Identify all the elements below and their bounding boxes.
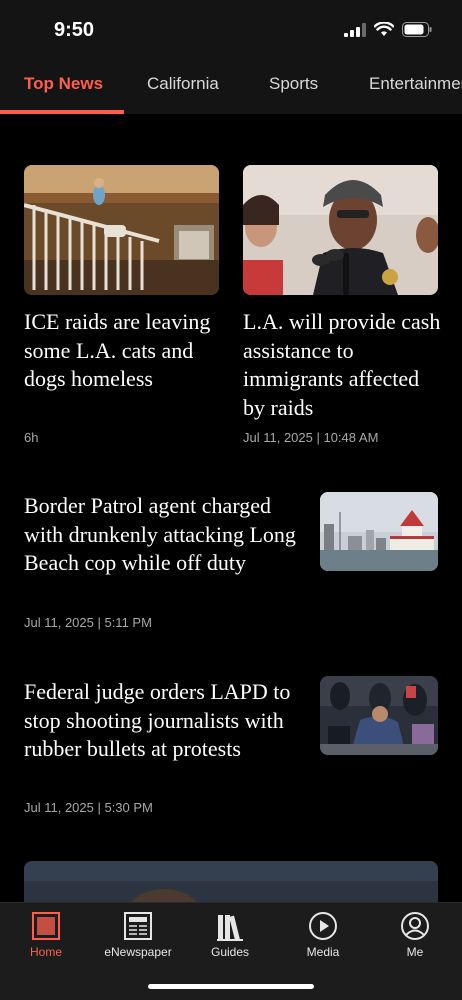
tab-sports[interactable]: Sports <box>269 74 318 94</box>
status-time: 9:50 <box>54 19 95 41</box>
tab-entertainment[interactable]: Entertainment <box>369 74 462 94</box>
home-icon <box>32 912 60 940</box>
nav-home-label: Home <box>29 945 62 959</box>
section-tabs: Top News California Sports Entertainment <box>0 60 462 114</box>
shelter-photo-icon <box>24 165 219 295</box>
guides-icon <box>217 915 243 941</box>
article-headline[interactable]: Federal judge orders LAPD to stop shooti… <box>24 678 304 764</box>
nav-media[interactable]: Media <box>277 903 369 973</box>
article-timestamp: Jul 11, 2025 | 10:48 AM <box>243 430 379 445</box>
article-card[interactable]: L.A. will provide cash assistance to imm… <box>231 114 462 454</box>
profile-icon <box>401 912 429 940</box>
nav-home[interactable]: Home <box>0 903 92 973</box>
article-headline[interactable]: ICE raids are leaving some L.A. cats and… <box>24 308 219 394</box>
featured-photo-icon <box>24 861 438 902</box>
play-icon <box>309 912 337 940</box>
nav-guides[interactable]: Guides <box>184 903 276 973</box>
article-card[interactable]: Border Patrol agent charged with drunken… <box>0 484 462 644</box>
signal-icon <box>344 22 366 37</box>
protest-photo-icon <box>320 676 438 755</box>
article-timestamp: Jul 11, 2025 | 5:11 PM <box>24 615 152 630</box>
nav-me-label: Me <box>406 945 424 959</box>
news-feed[interactable]: ICE raids are leaving some L.A. cats and… <box>0 114 462 902</box>
newspaper-icon <box>124 912 152 940</box>
nav-enewspaper-label: eNewspaper <box>104 945 172 959</box>
article-thumbnail[interactable] <box>320 492 438 571</box>
article-card[interactable]: Federal judge orders LAPD to stop shooti… <box>0 670 462 830</box>
article-card[interactable]: ICE raids are leaving some L.A. cats and… <box>0 114 231 454</box>
nav-me[interactable]: Me <box>369 903 461 973</box>
nav-media-label: Media <box>306 945 340 959</box>
nav-enewspaper[interactable]: eNewspaper <box>92 903 184 973</box>
article-headline[interactable]: L.A. will provide cash assistance to imm… <box>243 308 443 422</box>
home-indicator[interactable] <box>148 984 314 989</box>
featured-article-thumbnail[interactable] <box>24 861 438 902</box>
status-bar: 9:50 <box>0 0 462 60</box>
article-timestamp: Jul 11, 2025 | 5:30 PM <box>24 800 153 815</box>
press-conference-photo-icon <box>243 165 438 295</box>
long-beach-photo-icon <box>320 492 438 571</box>
article-thumbnail[interactable] <box>243 165 438 295</box>
tab-top-news[interactable]: Top News <box>24 74 103 94</box>
article-thumbnail[interactable] <box>24 165 219 295</box>
article-thumbnail[interactable] <box>320 676 438 755</box>
wifi-icon <box>374 22 394 36</box>
article-headline[interactable]: Border Patrol agent charged with drunken… <box>24 492 304 578</box>
nav-guides-label: Guides <box>210 945 250 959</box>
battery-icon <box>402 22 432 37</box>
tab-california[interactable]: California <box>147 74 219 94</box>
status-icons <box>344 22 432 37</box>
article-timestamp: 6h <box>24 430 39 445</box>
